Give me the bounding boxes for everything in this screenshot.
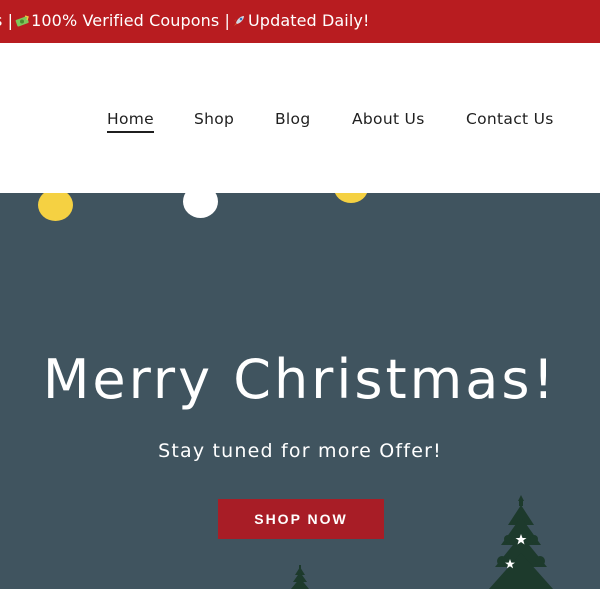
announcement-segment: Updated Daily!: [248, 11, 370, 30]
white-bulb-decoration: [183, 193, 218, 218]
christmas-tree-illustration: [489, 495, 553, 589]
hero-subtitle: Stay tuned for more Offer!: [158, 440, 442, 462]
announcement-bar: s | 100% Verified Coupons | Updated Dail…: [0, 0, 600, 43]
rocket-icon: [231, 13, 247, 29]
hero-banner: Merry Christmas! Stay tuned for more Off…: [0, 193, 600, 589]
nav-item-blog[interactable]: Blog: [275, 109, 310, 129]
nav-item-contact-us[interactable]: Contact Us: [466, 109, 554, 129]
announcement-segment: s |: [0, 11, 14, 30]
nav-item-home[interactable]: Home: [107, 109, 154, 133]
nav-item-about-us[interactable]: About Us: [352, 109, 425, 129]
main-nav: Home Shop Blog About Us Contact Us: [0, 109, 600, 133]
christmas-tree-illustration: [291, 565, 309, 589]
announcement-segment: 100% Verified Coupons |: [31, 11, 230, 30]
announcement-text: s | 100% Verified Coupons | Updated Dail…: [0, 11, 370, 31]
money-icon: [14, 13, 30, 29]
yellow-bulb-decoration: [334, 193, 368, 203]
yellow-bulb-decoration: [38, 193, 73, 221]
site-header: Home Shop Blog About Us Contact Us: [0, 43, 600, 193]
nav-item-shop[interactable]: Shop: [194, 109, 234, 129]
shop-now-button[interactable]: SHOP NOW: [218, 499, 384, 539]
hero-title: Merry Christmas!: [42, 348, 558, 411]
